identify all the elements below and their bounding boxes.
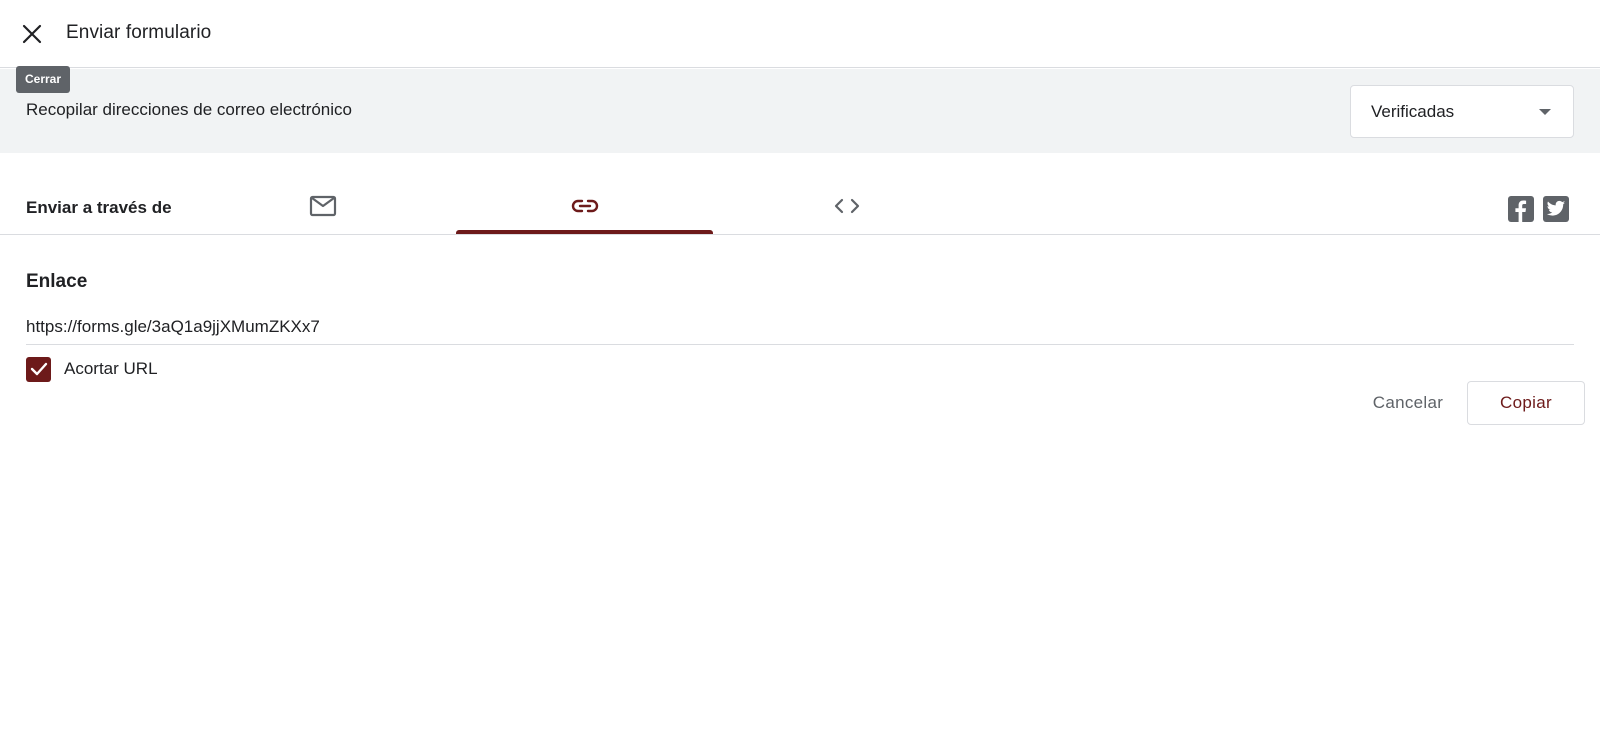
collect-emails-label: Recopilar direcciones de correo electrón… (26, 100, 352, 119)
twitter-share-button[interactable] (1543, 196, 1569, 222)
caret-down-icon (1539, 109, 1551, 115)
close-tooltip: Cerrar (16, 66, 71, 93)
facebook-share-button[interactable] (1508, 196, 1534, 222)
tab-email[interactable] (194, 177, 451, 234)
close-button[interactable] (12, 14, 52, 54)
email-icon (309, 195, 336, 216)
cancel-button[interactable]: Cancelar (1348, 381, 1468, 425)
email-collection-value: Verificadas (1371, 102, 1455, 121)
shorten-url-checkbox[interactable] (26, 356, 51, 382)
copy-button[interactable]: Copiar (1467, 381, 1585, 425)
link-section-title: Enlace (26, 271, 88, 292)
link-icon (571, 199, 598, 212)
dialog-title: Enviar formulario (66, 22, 212, 43)
link-url-field[interactable]: https://forms.gle/3aQ1a9jjXMumZKXx7 (26, 313, 1574, 345)
shorten-url-label: Acortar URL (64, 359, 158, 378)
shorten-url-row: Acortar URL (26, 356, 158, 382)
embed-code-icon (834, 198, 859, 213)
link-url-text: https://forms.gle/3aQ1a9jjXMumZKXx7 (26, 317, 320, 336)
checkmark-icon (30, 362, 47, 376)
active-tab-indicator (456, 230, 713, 234)
facebook-icon (1515, 200, 1527, 222)
twitter-icon (1546, 200, 1566, 216)
send-via-label: Enviar a través de (26, 198, 172, 217)
dialog-header: Enviar formulario (0, 0, 1600, 68)
send-form-dialog: Enviar formulario Cerrar Recopilar direc… (0, 0, 1600, 748)
close-icon (22, 24, 42, 44)
email-collection-select[interactable]: Verificadas (1350, 85, 1574, 138)
tab-embed[interactable] (718, 177, 975, 234)
collect-emails-section: Recopilar direcciones de correo electrón… (0, 69, 1600, 153)
tab-link[interactable] (456, 177, 713, 234)
send-via-row: Enviar a través de (0, 153, 1600, 235)
